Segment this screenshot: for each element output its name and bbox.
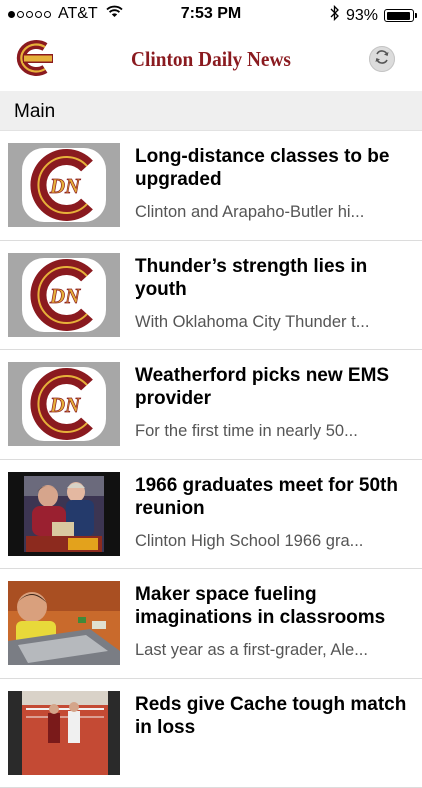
battery-fill bbox=[387, 12, 410, 20]
battery-icon bbox=[384, 9, 414, 22]
article-row[interactable]: Reds give Cache tough match in loss bbox=[0, 679, 422, 788]
reunion-photo-thumbnail bbox=[8, 472, 120, 556]
article-summary: Clinton High School 1966 gra... bbox=[135, 532, 410, 551]
article-title: Reds give Cache tough match in loss bbox=[135, 693, 415, 739]
article-row[interactable]: 1966 graduates meet for 50th reunion Cli… bbox=[0, 460, 422, 570]
refresh-icon bbox=[374, 49, 390, 70]
article-title: 1966 graduates meet for 50th reunion bbox=[135, 474, 415, 520]
article-row[interactable]: DN Long-distance classes to be upgraded … bbox=[0, 131, 422, 241]
battery-percent: 93% bbox=[346, 7, 378, 25]
svg-text:DN: DN bbox=[49, 393, 81, 417]
svg-text:DN: DN bbox=[49, 284, 81, 308]
article-row[interactable]: Maker space fueling imaginations in clas… bbox=[0, 569, 422, 679]
cdn-logo-thumbnail: DN bbox=[8, 253, 120, 337]
section-header: Main bbox=[0, 91, 422, 131]
cdn-logo-thumbnail: DN bbox=[8, 143, 120, 227]
status-bar: AT&T 7:53 PM 93% bbox=[0, 0, 422, 30]
nav-bar: Clinton Daily News bbox=[0, 30, 422, 90]
article-title: Maker space fueling imaginations in clas… bbox=[135, 583, 415, 629]
article-title: Thunder’s strength lies in youth bbox=[135, 255, 415, 301]
section-label: Main bbox=[14, 101, 55, 123]
volleyball-photo-thumbnail bbox=[8, 691, 120, 775]
article-title: Long-distance classes to be upgraded bbox=[135, 145, 415, 191]
cdn-logo-thumbnail: DN bbox=[8, 362, 120, 446]
status-right: 93% bbox=[330, 5, 414, 26]
refresh-button[interactable] bbox=[369, 46, 395, 72]
bluetooth-icon bbox=[330, 5, 340, 26]
article-summary: Clinton and Arapaho-Butler hi... bbox=[135, 203, 410, 222]
svg-text:DN: DN bbox=[49, 174, 81, 198]
article-row[interactable]: DN Thunder’s strength lies in youth With… bbox=[0, 241, 422, 351]
article-summary: For the first time in nearly 50... bbox=[135, 422, 410, 441]
article-title: Weatherford picks new EMS provider bbox=[135, 364, 415, 410]
classroom-photo-thumbnail bbox=[8, 581, 120, 665]
article-list: DN Long-distance classes to be upgraded … bbox=[0, 131, 422, 788]
app-title: Clinton Daily News bbox=[17, 47, 405, 72]
article-summary: Last year as a first-grader, Ale... bbox=[135, 641, 410, 660]
article-summary: With Oklahoma City Thunder t... bbox=[135, 313, 410, 332]
article-row[interactable]: DN Weatherford picks new EMS provider Fo… bbox=[0, 350, 422, 460]
